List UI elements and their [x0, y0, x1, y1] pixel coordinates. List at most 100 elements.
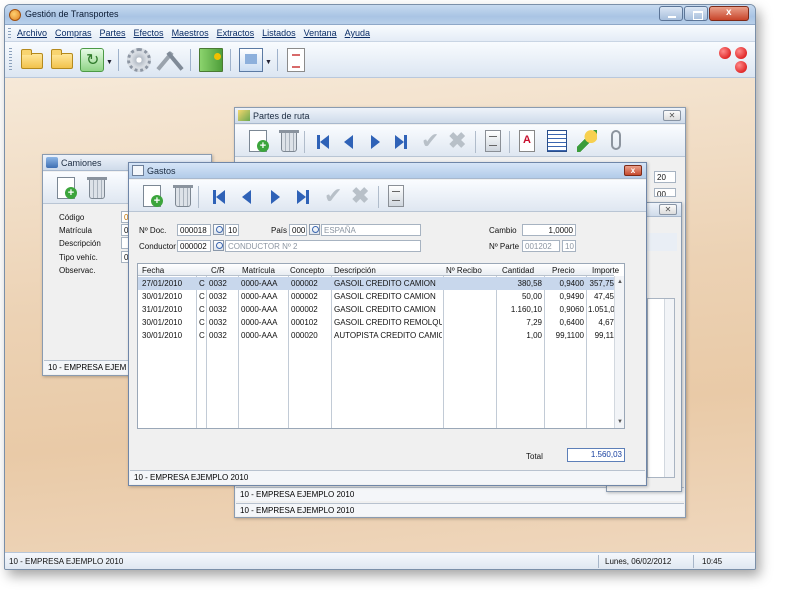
- cell-importe: 357,75: [589, 279, 614, 288]
- num-doc-series[interactable]: 10: [225, 224, 239, 236]
- delete-icon[interactable]: [87, 177, 107, 199]
- new-record-icon[interactable]: [57, 177, 77, 199]
- cancel-icon[interactable]: ✖: [351, 185, 373, 207]
- close-button[interactable]: [709, 6, 749, 21]
- table-row[interactable]: 27/01/2010 C 0032 0000-AAA 000002 GASOIL CRED…: [138, 277, 614, 290]
- next-record-icon[interactable]: [367, 134, 383, 150]
- lookup-icon[interactable]: [309, 224, 320, 235]
- new-record-icon[interactable]: [249, 130, 269, 152]
- folder-icon[interactable]: [51, 49, 73, 69]
- print-icon[interactable]: [485, 130, 501, 152]
- folder-open-icon[interactable]: [21, 49, 43, 69]
- column-matricula[interactable]: Matrícula: [242, 266, 275, 275]
- menu-ayuda[interactable]: Ayuda: [345, 28, 370, 38]
- partes-field[interactable]: 20: [654, 171, 676, 183]
- table-row[interactable]: 30/01/2010 C 0032 0000-AAA 000002 GASOIL CRED…: [138, 290, 614, 303]
- partes-titlebar[interactable]: Partes de ruta ✕: [235, 108, 685, 124]
- dropdown-arrow-icon[interactable]: ▼: [265, 59, 272, 66]
- background-close-button[interactable]: ✕: [659, 204, 677, 215]
- table-row[interactable]: 31/01/2010 C 0032 0000-AAA 000002 GASOIL CRED…: [138, 303, 614, 316]
- previous-record-icon[interactable]: [239, 189, 255, 205]
- new-record-icon[interactable]: [143, 185, 163, 207]
- last-record-icon[interactable]: [393, 134, 409, 150]
- menu-items: Archivo Compras Partes Efectos Maestros …: [17, 28, 378, 38]
- menu-archivo[interactable]: Archivo: [17, 28, 47, 38]
- first-record-icon[interactable]: [211, 189, 227, 205]
- column-cantidad[interactable]: Cantidad: [502, 266, 534, 275]
- label-descripcion: Descripción: [59, 239, 101, 248]
- scroll-up-icon[interactable]: ▲: [616, 278, 624, 286]
- previous-record-icon[interactable]: [341, 134, 357, 150]
- background-scrollbar[interactable]: [664, 299, 674, 477]
- keys-icon[interactable]: [577, 130, 597, 152]
- partes-close-button[interactable]: ✕: [663, 110, 681, 121]
- menu-efectos[interactable]: Efectos: [134, 28, 164, 38]
- column-descripcion[interactable]: Descripción: [334, 266, 376, 275]
- cell-importe: 4,67: [598, 318, 614, 327]
- attachment-icon[interactable]: [611, 130, 621, 150]
- column-precio[interactable]: Precio: [552, 266, 575, 275]
- gastos-titlebar[interactable]: Gastos x: [129, 163, 646, 179]
- toolbar-separator: [277, 49, 278, 71]
- cell-concepto: 000002: [291, 279, 318, 288]
- next-record-icon[interactable]: [267, 189, 283, 205]
- cell-fecha: 27/01/2010: [142, 279, 183, 288]
- menu-partes[interactable]: Partes: [100, 28, 126, 38]
- cell-precio: 0,9060: [559, 305, 584, 314]
- cancel-icon[interactable]: ✖: [448, 130, 470, 152]
- cell-fecha: 31/01/2010: [142, 305, 183, 314]
- cell-importe: 1.051,05: [588, 305, 614, 314]
- pais-code-field[interactable]: 000: [289, 224, 307, 236]
- cell-matricula: 0000-AAA: [241, 279, 278, 288]
- grid-icon[interactable]: [547, 130, 567, 152]
- window-icon[interactable]: [239, 48, 263, 72]
- menu-compras[interactable]: Compras: [55, 28, 92, 38]
- column-fecha[interactable]: Fecha: [142, 266, 164, 275]
- menu-ventana[interactable]: Ventana: [304, 28, 337, 38]
- menu-maestros[interactable]: Maestros: [172, 28, 209, 38]
- column-cr[interactable]: C/R: [211, 266, 225, 275]
- cell-precio: 0,9490: [559, 292, 584, 301]
- column-importe[interactable]: Importe: [592, 266, 619, 275]
- sync-icon[interactable]: [80, 48, 104, 72]
- cambio-field[interactable]: 1,0000: [522, 224, 576, 236]
- maximize-button[interactable]: [684, 6, 708, 21]
- label-num-doc: Nº Doc.: [139, 226, 167, 235]
- truck-icon: [46, 157, 58, 168]
- num-doc-field[interactable]: 000018: [177, 224, 211, 236]
- report-icon[interactable]: [519, 130, 535, 152]
- menu-extractos[interactable]: Extractos: [217, 28, 255, 38]
- confirm-icon[interactable]: ✔: [324, 185, 346, 207]
- menu-listados[interactable]: Listados: [262, 28, 296, 38]
- print-icon[interactable]: [388, 185, 404, 207]
- minimize-button[interactable]: [659, 6, 683, 21]
- gastos-title: Gastos: [147, 166, 176, 176]
- cell-r: 0032: [209, 305, 227, 314]
- delete-icon[interactable]: [279, 130, 299, 152]
- cell-c: C: [199, 279, 205, 288]
- confirm-icon[interactable]: ✔: [421, 130, 443, 152]
- tools-icon[interactable]: [159, 48, 183, 72]
- dropdown-arrow-icon[interactable]: ▼: [106, 59, 113, 66]
- scroll-down-icon[interactable]: ▼: [616, 418, 624, 426]
- column-concepto[interactable]: Concepto: [290, 266, 324, 275]
- partes-field[interactable]: 00: [654, 188, 676, 197]
- last-record-icon[interactable]: [295, 189, 311, 205]
- cell-descripcion: AUTOPISTA CREDITO CAMIO: [334, 331, 442, 340]
- first-record-icon[interactable]: [315, 134, 331, 150]
- delete-icon[interactable]: [173, 185, 193, 207]
- table-row[interactable]: 30/01/2010 C 0032 0000-AAA 000102 GASOIL CRED…: [138, 316, 614, 329]
- table-row[interactable]: 30/01/2010 C 0032 0000-AAA 000020 AUTOPISTA C…: [138, 329, 614, 342]
- column-recibo[interactable]: Nº Recibo: [446, 266, 482, 275]
- gears-icon[interactable]: [127, 48, 151, 72]
- partes-title: Partes de ruta: [253, 111, 310, 121]
- lookup-icon[interactable]: [213, 240, 224, 251]
- lookup-icon[interactable]: [213, 224, 224, 235]
- gastos-close-button[interactable]: x: [624, 165, 642, 176]
- grid-scrollbar[interactable]: ▲ ▼: [614, 276, 624, 428]
- document-icon[interactable]: [287, 48, 305, 72]
- exit-door-icon[interactable]: [199, 48, 223, 72]
- app-titlebar[interactable]: Gestión de Transportes: [5, 5, 755, 25]
- conductor-code-field[interactable]: 000002: [177, 240, 211, 252]
- route-icon: [238, 110, 250, 121]
